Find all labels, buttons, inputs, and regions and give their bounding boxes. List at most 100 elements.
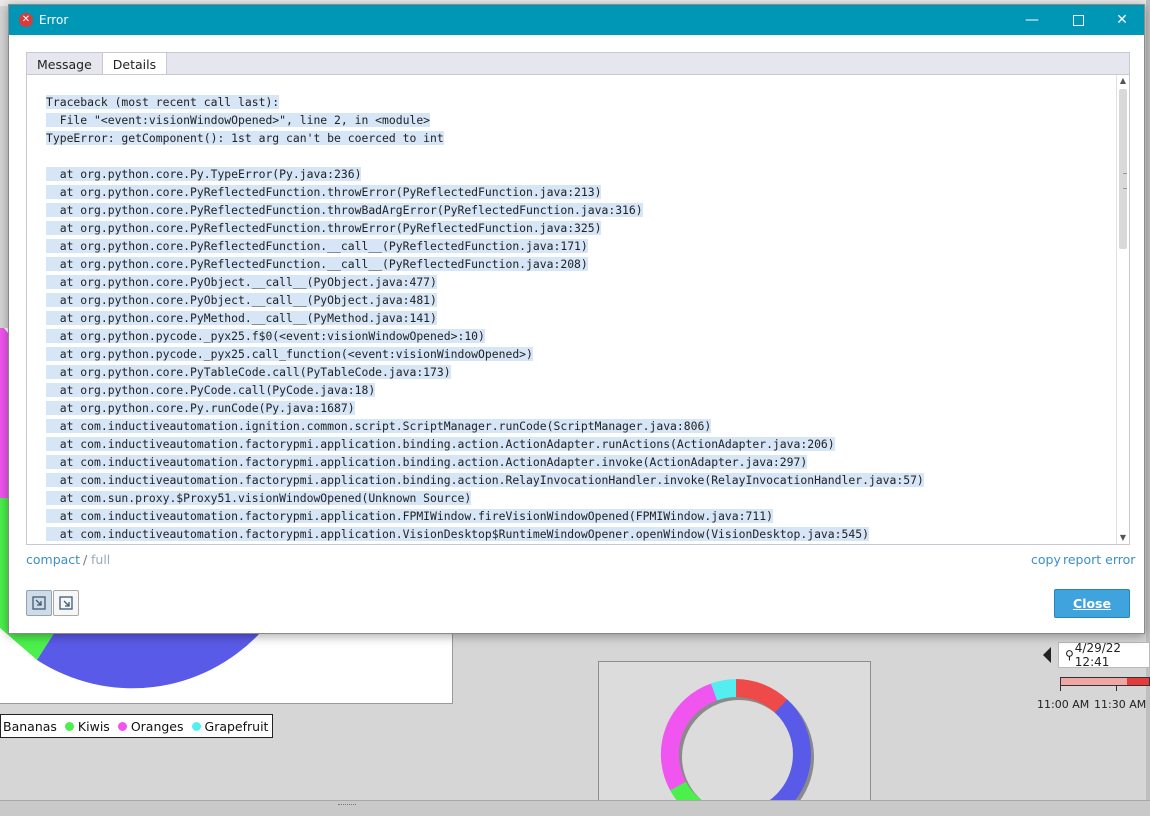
trace-line: at org.python.core.PyReflectedFunction._… (46, 237, 1106, 255)
trace-line: at org.python.core.PyObject.__call__(PyO… (46, 291, 1106, 309)
time-range-bar[interactable] (1060, 677, 1150, 686)
trace-line-text: at com.sun.proxy.$Proxy51.visionWindowOp… (46, 491, 472, 505)
view-mode-separator: / (83, 552, 88, 567)
trace-line-text: TypeError: getComponent(): 1st arg can't… (46, 131, 444, 145)
maximize-icon (1072, 14, 1084, 26)
trace-line: at org.python.core.PyObject.__call__(PyO… (46, 273, 1106, 291)
time-range-fill (1127, 678, 1149, 685)
trace-line-text: at com.inductiveautomation.ignition.comm… (46, 419, 712, 433)
tab-details[interactable]: Details (101, 53, 168, 75)
trace-line-text: at org.python.core.PyObject.__call__(PyO… (46, 275, 437, 289)
trace-line-text: at com.inductiveautomation.factorypmi.ap… (46, 527, 869, 541)
legend-item-oranges: Oranges (130, 718, 184, 734)
trace-line-text: at org.python.core.PyMethod.__call__(PyM… (46, 311, 437, 325)
trace-line-text: at org.python.core.PyReflectedFunction.t… (46, 185, 602, 199)
trace-line: at org.python.core.PyTableCode.call(PyTa… (46, 363, 1106, 381)
background-donut-chart (660, 679, 814, 807)
stack-trace-text: Traceback (most recent call last): File … (46, 93, 1106, 543)
zoom-icon: ⚲ (1065, 648, 1074, 662)
resize-grip[interactable] (338, 804, 356, 808)
trace-line: at com.inductiveautomation.factorypmi.ap… (46, 507, 1106, 525)
compact-link[interactable]: compact (26, 552, 80, 567)
trace-line-text: at org.python.core.PyCode.call(PyCode.ja… (46, 383, 376, 397)
trace-line: at org.python.core.PyReflectedFunction.t… (46, 201, 1106, 219)
undock-button[interactable] (53, 590, 79, 616)
trace-line: at org.python.core.PyReflectedFunction.t… (46, 183, 1106, 201)
trace-line-text: File "<event:visionWindowOpened>", line … (46, 113, 431, 127)
dock-icon (32, 596, 46, 610)
trace-line: at com.inductiveautomation.factorypmi.ap… (46, 435, 1106, 453)
trace-line-text: at org.python.pycode._pyx25.call_functio… (46, 347, 533, 361)
trace-line-text: at org.python.pycode._pyx25.f$0(<event:v… (46, 329, 485, 343)
trace-line-text: at org.python.core.PyReflectedFunction.t… (46, 221, 602, 235)
window-close-button[interactable]: ✕ (1099, 5, 1145, 35)
trace-line: at org.python.pycode._pyx25.f$0(<event:v… (46, 327, 1106, 345)
trace-line: at com.inductiveautomation.factorypmi.ap… (46, 471, 1106, 489)
trace-line: at org.python.core.Py.TypeError(Py.java:… (46, 165, 1106, 183)
timestamp-field[interactable]: ⚲ 4/29/22 12:41 (1058, 641, 1150, 669)
donut-slice-blue (761, 699, 811, 807)
report-error-link[interactable]: report error (1063, 552, 1135, 567)
trace-line-text: at com.inductiveautomation.factorypmi.ap… (46, 455, 808, 469)
trace-line: TypeError: getComponent(): 1st arg can't… (46, 129, 1106, 147)
dialog-titlebar[interactable]: ✕ Error — ✕ (9, 5, 1144, 35)
maximize-button[interactable] (1055, 5, 1101, 35)
trace-line: at org.python.core.PyMethod.__call__(PyM… (46, 309, 1106, 327)
trace-line (46, 147, 1106, 165)
full-link[interactable]: full (91, 552, 110, 567)
trace-line-text: at com.inductiveautomation.factorypmi.ap… (46, 509, 773, 523)
scroll-down-icon[interactable]: ▼ (1117, 532, 1129, 544)
copy-link[interactable]: copy (1031, 552, 1061, 567)
error-dialog: ✕ Error — ✕ Message Details Traceback (m… (8, 4, 1145, 634)
trace-line: at org.python.core.PyCode.call(PyCode.ja… (46, 381, 1106, 399)
time-label-1130: 11:30 AM (1094, 698, 1147, 711)
dock-button[interactable] (26, 590, 52, 616)
legend-dot-grapefruit (191, 721, 201, 731)
trace-line: at com.sun.proxy.$Proxy51.visionWindowOp… (46, 489, 1106, 507)
stack-trace-textarea[interactable]: Traceback (most recent call last): File … (26, 74, 1130, 545)
donut-slice-cyan (710, 679, 737, 701)
timestamp-value: 4/29/22 12:41 (1074, 641, 1122, 669)
legend-dot-oranges (117, 721, 127, 731)
trace-line: at org.python.core.Py.runCode(Py.java:16… (46, 399, 1106, 417)
background-donut-chart-panel (598, 661, 871, 808)
trace-line-text: at org.python.core.Py.TypeError(Py.java:… (46, 167, 362, 181)
minimize-button[interactable]: — (1009, 5, 1055, 35)
close-icon: ✕ (1116, 12, 1128, 28)
scroll-up-icon[interactable]: ▲ (1117, 75, 1129, 87)
legend-item-kiwis: Kiwis (77, 718, 110, 734)
background-status-bar (0, 800, 1150, 816)
trace-line: at com.inductiveautomation.ignition.comm… (46, 417, 1106, 435)
time-label-1100: 11:00 AM (1037, 698, 1090, 711)
vertical-scrollbar[interactable]: ▲ ▼ (1116, 75, 1129, 544)
trace-line-text: at org.python.core.PyTableCode.call(PyTa… (46, 365, 451, 379)
dialog-tabs: Message Details (26, 52, 1130, 75)
legend-item-grapefruit: Grapefruit (204, 718, 269, 734)
trace-line: at org.python.core.PyReflectedFunction._… (46, 255, 1106, 273)
time-tick (1116, 686, 1117, 691)
trace-line-text: at org.python.core.PyReflectedFunction.t… (46, 203, 643, 217)
error-icon: ✕ (19, 13, 33, 27)
background-scrollbar (1146, 0, 1150, 815)
undock-icon (59, 596, 73, 610)
background-chart-legend: Bananas Kiwis Oranges Grapefruit (0, 714, 274, 738)
trace-line-text: at org.python.core.PyReflectedFunction._… (46, 257, 588, 271)
time-tick (1060, 686, 1061, 691)
trace-line: Traceback (most recent call last): (46, 93, 1106, 111)
tab-message[interactable]: Message (27, 53, 102, 75)
trace-line-text: Traceback (most recent call last): (46, 95, 280, 109)
trace-line: at com.inductiveautomation.factorypmi.ap… (46, 525, 1106, 543)
time-back-arrow-icon[interactable] (1043, 647, 1051, 663)
trace-line-text: at com.inductiveautomation.factorypmi.ap… (46, 473, 924, 487)
trace-line: at org.python.pycode._pyx25.call_functio… (46, 345, 1106, 363)
trace-line: at com.inductiveautomation.factorypmi.ap… (46, 453, 1106, 471)
legend-item-bananas: Bananas (3, 718, 57, 734)
trace-line-text: at org.python.core.PyObject.__call__(PyO… (46, 293, 437, 307)
scrollbar-thumb[interactable] (1119, 89, 1127, 249)
dialog-title: Error (39, 13, 69, 27)
trace-line-text: at com.inductiveautomation.factorypmi.ap… (46, 437, 835, 451)
trace-line-text: at org.python.core.Py.runCode(Py.java:16… (46, 401, 355, 415)
close-button[interactable]: Close (1054, 589, 1130, 618)
trace-line-text: at org.python.core.PyReflectedFunction._… (46, 239, 588, 253)
trace-line: File "<event:visionWindowOpened>", line … (46, 111, 1106, 129)
